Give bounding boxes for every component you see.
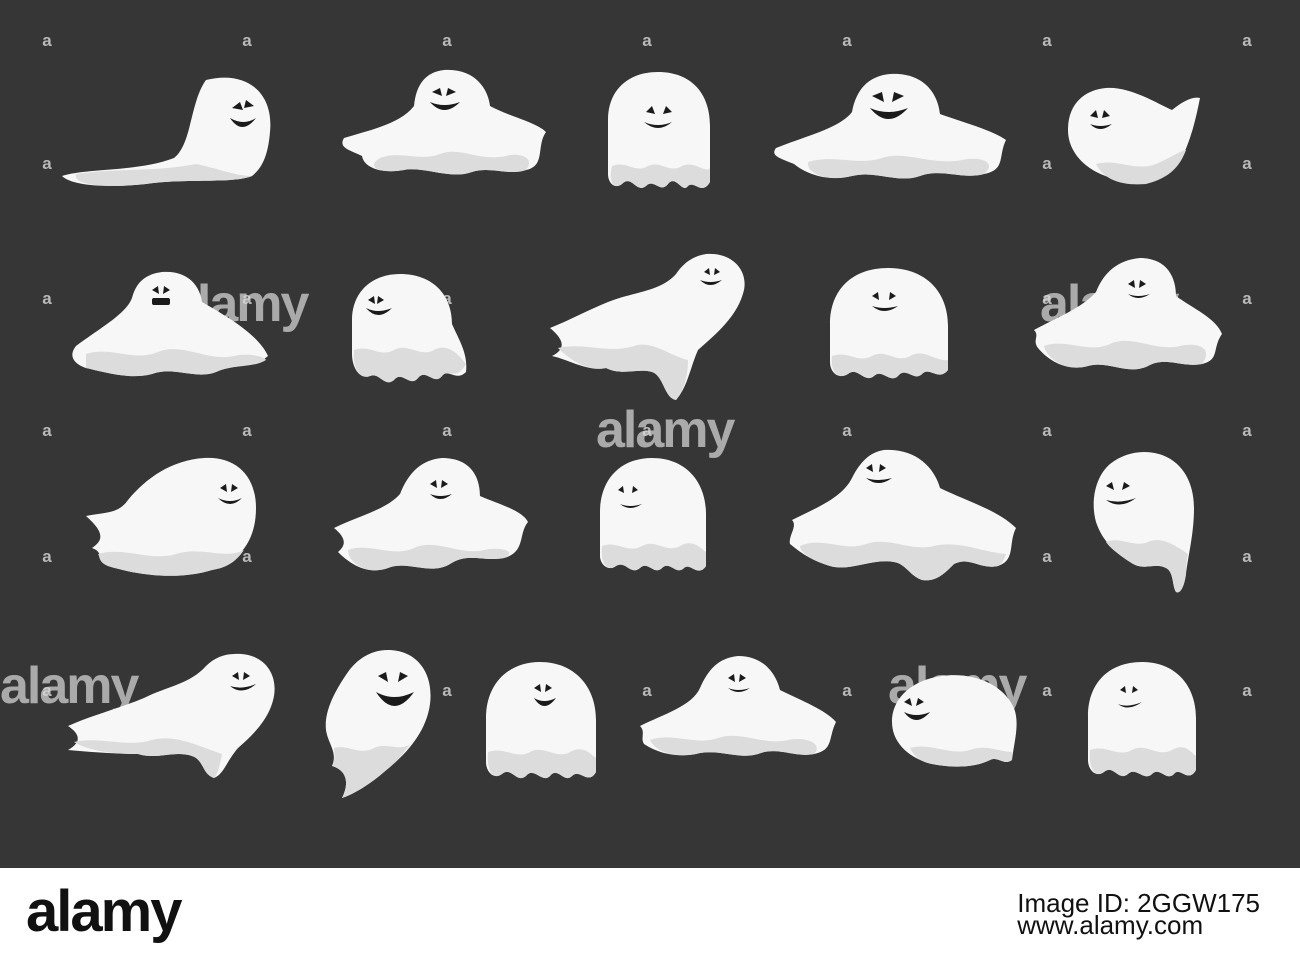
ghost-icon — [1066, 84, 1206, 185]
ghost-icon — [1090, 450, 1198, 598]
watermark-letter: a — [842, 31, 852, 50]
ghost-icon — [606, 70, 716, 196]
watermark-letter: a — [42, 289, 52, 308]
watermark-letter: a — [642, 31, 652, 50]
watermark-letter: a — [1242, 547, 1252, 566]
ghost-icon — [548, 250, 748, 402]
ghost-icon — [1086, 660, 1200, 786]
watermark-letter: a — [1242, 31, 1252, 50]
watermark-letter: a — [442, 421, 452, 440]
watermark-letter: a — [42, 421, 52, 440]
ghost-illustration: aaaaaaaaaaaaaaaaaaaaaaaaaaaaaaaaaaaaaaaa… — [0, 0, 1300, 868]
watermark-letter: a — [1242, 289, 1252, 308]
stock-footer: alamy Image ID: 2GGW175 www.alamy.com — [0, 868, 1300, 956]
watermark-letter: a — [42, 154, 52, 173]
watermark-letter: a — [1242, 681, 1252, 700]
watermark-letter: a — [42, 31, 52, 50]
watermark-letter: a — [842, 421, 852, 440]
ghost-icon — [84, 456, 260, 580]
watermark-letter: a — [442, 31, 452, 50]
footer-meta: Image ID: 2GGW175 www.alamy.com — [1017, 890, 1260, 938]
ghost-icon — [64, 650, 278, 780]
watermark-letter: a — [242, 421, 252, 440]
ghost-icon — [1030, 256, 1226, 378]
ghost-icon — [340, 66, 550, 180]
watermark-letter: a — [1042, 154, 1052, 173]
ghost-icon — [56, 72, 286, 192]
watermark-letter: a — [42, 547, 52, 566]
ghost-icon — [70, 268, 272, 380]
ghost-icon — [484, 660, 600, 788]
ghost-icon — [324, 648, 436, 800]
footer-logo: alamy — [26, 879, 182, 944]
watermark-letter: a — [1042, 421, 1052, 440]
watermark-letter: a — [442, 681, 452, 700]
watermark-word: alamy — [596, 401, 735, 459]
ghost-icon — [638, 654, 838, 760]
watermark-letter: a — [1042, 681, 1052, 700]
watermark-letter: a — [1242, 421, 1252, 440]
ghost-icon — [826, 266, 952, 384]
ghost-icon — [890, 672, 1020, 770]
watermark-letter: a — [842, 681, 852, 700]
watermark-letter: a — [1242, 154, 1252, 173]
ghost-icon — [786, 448, 1020, 584]
ghost-icon — [598, 456, 710, 580]
ghost-icon — [772, 70, 1010, 184]
ghost-icon — [332, 456, 532, 578]
watermark-letter: a — [1042, 547, 1052, 566]
watermark-letter: a — [242, 31, 252, 50]
ghost-icon — [350, 272, 470, 390]
watermark-letter: a — [1042, 31, 1052, 50]
